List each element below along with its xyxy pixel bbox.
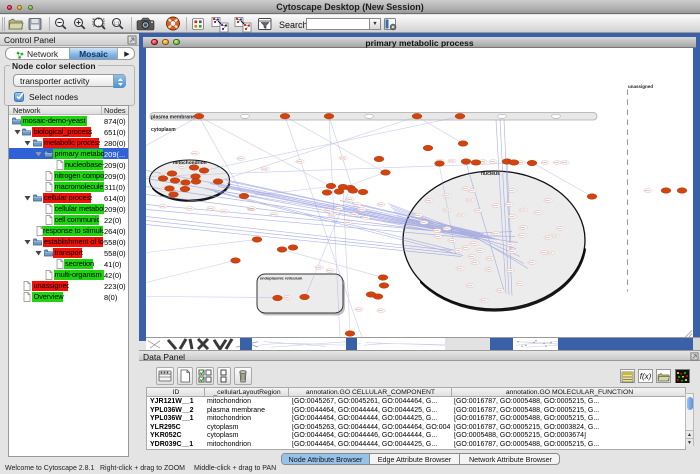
svg-text:(xxxx): (xxxx) bbox=[467, 285, 473, 287]
svg-text:(xxxx): (xxxx) bbox=[444, 209, 450, 211]
svg-text:(xxxx): (xxxx) bbox=[347, 199, 353, 201]
svg-text:(xxxx): (xxxx) bbox=[421, 222, 427, 224]
svg-text:(xxxx): (xxxx) bbox=[506, 204, 512, 206]
svg-text:(xxxx): (xxxx) bbox=[160, 205, 166, 207]
svg-text:(xxxx): (xxxx) bbox=[415, 215, 421, 217]
svg-text:(xxxx): (xxxx) bbox=[359, 209, 365, 211]
svg-text:(xxxx): (xxxx) bbox=[336, 208, 342, 210]
svg-text:(xxxx): (xxxx) bbox=[471, 243, 477, 245]
svg-text:(xxxx): (xxxx) bbox=[434, 230, 440, 232]
svg-text:(xxxx): (xxxx) bbox=[509, 216, 515, 218]
svg-text:(xxxx): (xxxx) bbox=[520, 209, 526, 211]
svg-text:(xxxx): (xxxx) bbox=[329, 214, 335, 216]
svg-text:(xxxx): (xxxx) bbox=[458, 214, 464, 216]
svg-text:(xxxx): (xxxx) bbox=[487, 258, 493, 260]
svg-text:(xxxx): (xxxx) bbox=[192, 152, 198, 154]
svg-text:(xxxx): (xxxx) bbox=[378, 204, 384, 206]
svg-text:(xxxx): (xxxx) bbox=[467, 199, 473, 201]
svg-text:mitochondrion: mitochondrion bbox=[173, 160, 207, 166]
svg-text:(xxxx): (xxxx) bbox=[497, 290, 503, 292]
svg-text:unassigned: unassigned bbox=[628, 84, 653, 89]
svg-text:(xxxx): (xxxx) bbox=[477, 250, 483, 252]
svg-text:(xxxx): (xxxx) bbox=[541, 252, 547, 254]
svg-text:(xxxx): (xxxx) bbox=[426, 200, 432, 202]
svg-text:(xxxx): (xxxx) bbox=[509, 190, 515, 192]
svg-text:(xxxx): (xxxx) bbox=[507, 270, 513, 272]
svg-text:(xxxx): (xxxx) bbox=[517, 283, 523, 285]
svg-text:(xxxx): (xxxx) bbox=[271, 214, 277, 216]
svg-text:(xxxx): (xxxx) bbox=[356, 309, 362, 311]
svg-text:(xxxx): (xxxx) bbox=[557, 228, 563, 230]
svg-text:(xxxx): (xxxx) bbox=[187, 208, 193, 210]
svg-text:(xxxx): (xxxx) bbox=[542, 162, 548, 164]
svg-text:(xxxx): (xxxx) bbox=[297, 161, 303, 163]
svg-text:(xxxx): (xxxx) bbox=[345, 222, 351, 224]
svg-text:(xxxx): (xxxx) bbox=[363, 217, 369, 219]
svg-text:(xxxx): (xxxx) bbox=[552, 235, 558, 237]
svg-text:(xxxx): (xxxx) bbox=[449, 160, 455, 162]
svg-text:(xxxx): (xxxx) bbox=[509, 251, 515, 253]
svg-text:(xxxx): (xxxx) bbox=[455, 250, 461, 252]
svg-text:cytoplasm: cytoplasm bbox=[151, 127, 176, 133]
svg-text:(xxxx): (xxxx) bbox=[475, 210, 481, 212]
svg-text:(xxxx): (xxxx) bbox=[351, 214, 357, 216]
svg-text:(xxxx): (xxxx) bbox=[378, 310, 384, 312]
svg-text:(xxxx): (xxxx) bbox=[208, 208, 214, 210]
svg-text:(xxxx): (xxxx) bbox=[435, 236, 441, 238]
svg-text:(xxxx): (xxxx) bbox=[463, 247, 469, 249]
svg-text:plasma membrane: plasma membrane bbox=[151, 114, 195, 120]
svg-text:(xxxx): (xxxx) bbox=[457, 268, 463, 270]
svg-text:(xxxx): (xxxx) bbox=[284, 297, 290, 299]
svg-text:(xxxx): (xxxx) bbox=[221, 210, 227, 212]
svg-text:(xxxx): (xxxx) bbox=[354, 204, 360, 206]
svg-text:(xxxx): (xxxx) bbox=[547, 252, 553, 254]
svg-text:endoplasmic reticulum: endoplasmic reticulum bbox=[260, 275, 303, 280]
svg-text:(xxxx): (xxxx) bbox=[469, 190, 475, 192]
svg-text:1:1: 1:1 bbox=[114, 20, 120, 25]
svg-text:(xxxx): (xxxx) bbox=[529, 262, 535, 264]
svg-text:(xxxx): (xxxx) bbox=[262, 168, 268, 170]
svg-text:(xxxx): (xxxx) bbox=[519, 235, 525, 237]
svg-text:(xxxx): (xxxx) bbox=[545, 237, 551, 239]
svg-text:(xxxx): (xxxx) bbox=[520, 227, 526, 229]
svg-text:(xxxx): (xxxx) bbox=[444, 228, 450, 230]
svg-text:(xxxx): (xxxx) bbox=[316, 267, 322, 269]
svg-text:(xxxx): (xxxx) bbox=[179, 166, 185, 168]
svg-text:(xxxx): (xxxx) bbox=[472, 262, 478, 264]
svg-text:(xxxx): (xxxx) bbox=[490, 161, 496, 163]
svg-text:(xxxx): (xxxx) bbox=[444, 195, 450, 197]
svg-text:(xxxx): (xxxx) bbox=[325, 210, 331, 212]
svg-text:(xxxx): (xxxx) bbox=[327, 270, 333, 272]
svg-text:(xxxx): (xxxx) bbox=[545, 200, 551, 202]
svg-text:(xxxx): (xxxx) bbox=[535, 212, 541, 214]
svg-text:(xxxx): (xxxx) bbox=[486, 269, 492, 271]
svg-text:(xxxx): (xxxx) bbox=[493, 205, 499, 207]
svg-text:(xxxx): (xxxx) bbox=[449, 240, 455, 242]
svg-text:nucleus: nucleus bbox=[481, 171, 500, 177]
svg-text:(xxxx): (xxxx) bbox=[340, 157, 346, 159]
svg-text:(xxxx): (xxxx) bbox=[645, 190, 651, 192]
svg-text:(xxxx): (xxxx) bbox=[554, 162, 560, 164]
svg-text:(xxxx): (xxxx) bbox=[493, 233, 499, 235]
svg-text:(xxxx): (xxxx) bbox=[481, 300, 487, 302]
svg-text:(xxxx): (xxxx) bbox=[463, 188, 469, 190]
svg-text:(xxxx): (xxxx) bbox=[562, 162, 568, 164]
svg-text:(xxxx): (xxxx) bbox=[469, 256, 475, 258]
svg-text:(xxxx): (xxxx) bbox=[238, 158, 244, 160]
svg-text:(xxxx): (xxxx) bbox=[249, 208, 255, 210]
svg-text:(xxxx): (xxxx) bbox=[507, 244, 513, 246]
